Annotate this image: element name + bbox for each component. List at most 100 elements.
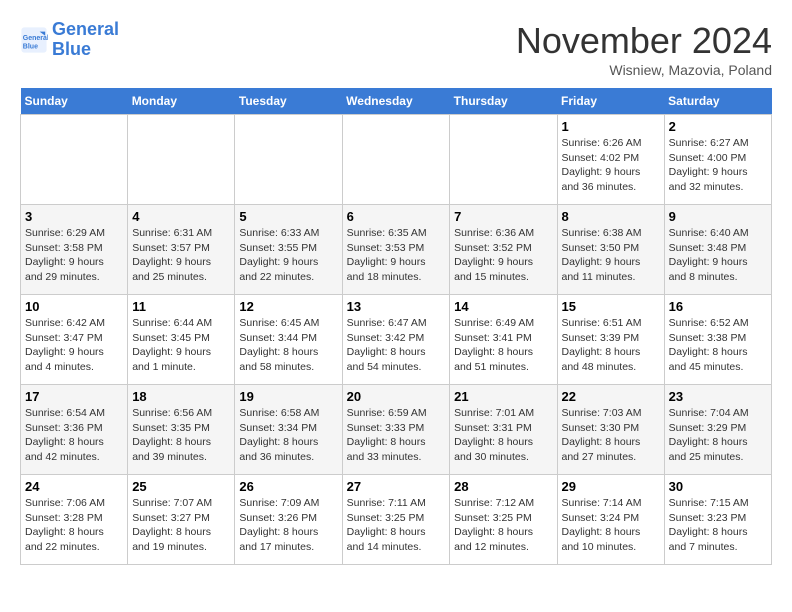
day-info: Sunrise: 6:33 AM Sunset: 3:55 PM Dayligh… — [239, 226, 337, 285]
day-info: Sunrise: 6:26 AM Sunset: 4:02 PM Dayligh… — [562, 136, 660, 195]
calendar-cell: 17 Sunrise: 6:54 AM Sunset: 3:36 PM Dayli… — [21, 385, 128, 475]
day-number: 4 — [132, 209, 230, 224]
location-subtitle: Wisniew, Mazovia, Poland — [516, 62, 772, 78]
day-info: Sunrise: 6:49 AM Sunset: 3:41 PM Dayligh… — [454, 316, 552, 375]
day-number: 22 — [562, 389, 660, 404]
calendar-week-row: 1 Sunrise: 6:26 AM Sunset: 4:02 PM Daylig… — [21, 115, 772, 205]
calendar-cell — [128, 115, 235, 205]
day-number: 5 — [239, 209, 337, 224]
day-number: 24 — [25, 479, 123, 494]
weekday-header: Sunday — [21, 88, 128, 115]
day-info: Sunrise: 6:58 AM Sunset: 3:34 PM Dayligh… — [239, 406, 337, 465]
day-number: 7 — [454, 209, 552, 224]
calendar-cell: 12Sunrise: 6:45 AM Sunset: 3:44 PM Dayli… — [235, 295, 342, 385]
day-number: 13 — [347, 299, 446, 314]
calendar-cell: 22 Sunrise: 7:03 AM Sunset: 3:30 PM Dayli… — [557, 385, 664, 475]
calendar-cell: 23 Sunrise: 7:04 AM Sunset: 3:29 PM Dayli… — [664, 385, 771, 475]
day-info: Sunrise: 6:54 AM Sunset: 3:36 PM Dayligh… — [25, 406, 123, 465]
day-number: 23 — [669, 389, 767, 404]
day-number: 21 — [454, 389, 552, 404]
day-number: 26 — [239, 479, 337, 494]
calendar-cell: 6 Sunrise: 6:35 AM Sunset: 3:53 PM Daylig… — [342, 205, 450, 295]
calendar-cell: 16 Sunrise: 6:52 AM Sunset: 3:38 PM Dayli… — [664, 295, 771, 385]
calendar-cell: 8 Sunrise: 6:38 AM Sunset: 3:50 PM Daylig… — [557, 205, 664, 295]
day-number: 6 — [347, 209, 446, 224]
day-number: 19 — [239, 389, 337, 404]
day-info: Sunrise: 7:09 AM Sunset: 3:26 PM Dayligh… — [239, 496, 337, 555]
calendar-cell: 19 Sunrise: 6:58 AM Sunset: 3:34 PM Dayli… — [235, 385, 342, 475]
day-number: 25 — [132, 479, 230, 494]
day-info: Sunrise: 7:12 AM Sunset: 3:25 PM Dayligh… — [454, 496, 552, 555]
weekday-header: Friday — [557, 88, 664, 115]
calendar-week-row: 17 Sunrise: 6:54 AM Sunset: 3:36 PM Dayli… — [21, 385, 772, 475]
day-info: Sunrise: 7:03 AM Sunset: 3:30 PM Dayligh… — [562, 406, 660, 465]
logo-text: General Blue — [52, 20, 119, 60]
calendar-cell: 27 Sunrise: 7:11 AM Sunset: 3:25 PM Dayli… — [342, 475, 450, 565]
calendar-week-row: 3 Sunrise: 6:29 AM Sunset: 3:58 PM Daylig… — [21, 205, 772, 295]
day-info: Sunrise: 7:04 AM Sunset: 3:29 PM Dayligh… — [669, 406, 767, 465]
day-info: Sunrise: 7:11 AM Sunset: 3:25 PM Dayligh… — [347, 496, 446, 555]
day-number: 12 — [239, 299, 337, 314]
day-info: Sunrise: 6:40 AM Sunset: 3:48 PM Dayligh… — [669, 226, 767, 285]
svg-text:General: General — [23, 35, 48, 42]
svg-text:Blue: Blue — [23, 43, 38, 50]
calendar-cell: 18 Sunrise: 6:56 AM Sunset: 3:35 PM Dayli… — [128, 385, 235, 475]
day-info: Sunrise: 7:01 AM Sunset: 3:31 PM Dayligh… — [454, 406, 552, 465]
day-info: Sunrise: 6:59 AM Sunset: 3:33 PM Dayligh… — [347, 406, 446, 465]
page-header: General Blue General Blue November 2024 … — [20, 20, 772, 78]
day-number: 1 — [562, 119, 660, 134]
calendar-week-row: 24 Sunrise: 7:06 AM Sunset: 3:28 PM Dayli… — [21, 475, 772, 565]
weekday-header: Monday — [128, 88, 235, 115]
day-number: 20 — [347, 389, 446, 404]
day-info: Sunrise: 6:38 AM Sunset: 3:50 PM Dayligh… — [562, 226, 660, 285]
calendar-header-row: SundayMondayTuesdayWednesdayThursdayFrid… — [21, 88, 772, 115]
calendar-cell: 15 Sunrise: 6:51 AM Sunset: 3:39 PM Dayli… — [557, 295, 664, 385]
weekday-header: Saturday — [664, 88, 771, 115]
calendar-cell: 13Sunrise: 6:47 AM Sunset: 3:42 PM Dayli… — [342, 295, 450, 385]
day-info: Sunrise: 6:42 AM Sunset: 3:47 PM Dayligh… — [25, 316, 123, 375]
day-info: Sunrise: 6:52 AM Sunset: 3:38 PM Dayligh… — [669, 316, 767, 375]
logo-icon: General Blue — [20, 26, 48, 54]
day-number: 30 — [669, 479, 767, 494]
calendar-cell: 9 Sunrise: 6:40 AM Sunset: 3:48 PM Daylig… — [664, 205, 771, 295]
calendar-cell: 3 Sunrise: 6:29 AM Sunset: 3:58 PM Daylig… — [21, 205, 128, 295]
day-number: 10 — [25, 299, 123, 314]
day-number: 8 — [562, 209, 660, 224]
calendar-cell: 5 Sunrise: 6:33 AM Sunset: 3:55 PM Daylig… — [235, 205, 342, 295]
calendar-cell: 29 Sunrise: 7:14 AM Sunset: 3:24 PM Dayli… — [557, 475, 664, 565]
calendar-table: SundayMondayTuesdayWednesdayThursdayFrid… — [20, 88, 772, 565]
day-number: 27 — [347, 479, 446, 494]
day-info: Sunrise: 6:51 AM Sunset: 3:39 PM Dayligh… — [562, 316, 660, 375]
day-number: 18 — [132, 389, 230, 404]
calendar-cell: 30Sunrise: 7:15 AM Sunset: 3:23 PM Dayli… — [664, 475, 771, 565]
calendar-cell: 26 Sunrise: 7:09 AM Sunset: 3:26 PM Dayli… — [235, 475, 342, 565]
calendar-cell: 21 Sunrise: 7:01 AM Sunset: 3:31 PM Dayli… — [450, 385, 557, 475]
day-number: 9 — [669, 209, 767, 224]
day-info: Sunrise: 7:06 AM Sunset: 3:28 PM Dayligh… — [25, 496, 123, 555]
day-info: Sunrise: 7:07 AM Sunset: 3:27 PM Dayligh… — [132, 496, 230, 555]
day-number: 16 — [669, 299, 767, 314]
day-number: 29 — [562, 479, 660, 494]
calendar-week-row: 10 Sunrise: 6:42 AM Sunset: 3:47 PM Dayli… — [21, 295, 772, 385]
day-number: 3 — [25, 209, 123, 224]
day-number: 14 — [454, 299, 552, 314]
day-number: 17 — [25, 389, 123, 404]
month-title: November 2024 — [516, 20, 772, 62]
day-number: 15 — [562, 299, 660, 314]
day-number: 28 — [454, 479, 552, 494]
calendar-cell: 4 Sunrise: 6:31 AM Sunset: 3:57 PM Daylig… — [128, 205, 235, 295]
day-info: Sunrise: 6:35 AM Sunset: 3:53 PM Dayligh… — [347, 226, 446, 285]
calendar-cell — [342, 115, 450, 205]
weekday-header: Tuesday — [235, 88, 342, 115]
day-info: Sunrise: 7:14 AM Sunset: 3:24 PM Dayligh… — [562, 496, 660, 555]
calendar-cell: 1 Sunrise: 6:26 AM Sunset: 4:02 PM Daylig… — [557, 115, 664, 205]
day-info: Sunrise: 6:27 AM Sunset: 4:00 PM Dayligh… — [669, 136, 767, 195]
day-info: Sunrise: 6:29 AM Sunset: 3:58 PM Dayligh… — [25, 226, 123, 285]
calendar-cell: 24 Sunrise: 7:06 AM Sunset: 3:28 PM Dayli… — [21, 475, 128, 565]
day-info: Sunrise: 6:31 AM Sunset: 3:57 PM Dayligh… — [132, 226, 230, 285]
weekday-header: Thursday — [450, 88, 557, 115]
day-info: Sunrise: 6:56 AM Sunset: 3:35 PM Dayligh… — [132, 406, 230, 465]
calendar-cell — [235, 115, 342, 205]
day-number: 11 — [132, 299, 230, 314]
calendar-cell — [21, 115, 128, 205]
